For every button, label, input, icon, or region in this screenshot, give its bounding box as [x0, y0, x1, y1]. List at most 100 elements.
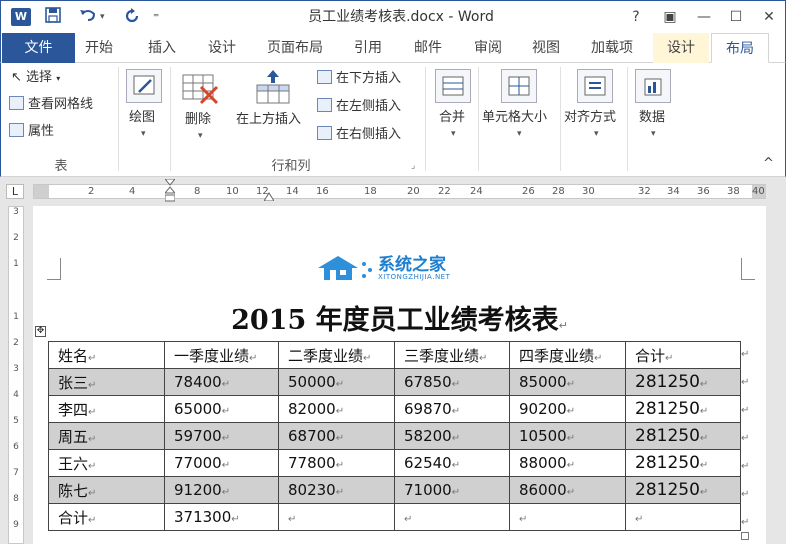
- redo-icon[interactable]: [123, 7, 141, 27]
- table-cell[interactable]: 281250↵: [625, 395, 741, 423]
- table-cell[interactable]: 50000↵: [278, 368, 395, 396]
- undo-icon[interactable]: [79, 7, 97, 27]
- table-cell[interactable]: 77000↵: [164, 449, 279, 477]
- data-button[interactable]: 数据: [639, 109, 665, 127]
- table-cell[interactable]: ↵: [625, 503, 741, 531]
- table-cell[interactable]: ↵: [278, 503, 395, 531]
- table-cell[interactable]: ↵: [394, 503, 510, 531]
- minimize-button[interactable]: —: [691, 5, 717, 29]
- select-button[interactable]: ↖ 选择 ▾: [11, 69, 60, 88]
- table-cell[interactable]: 陈七↵: [48, 476, 165, 504]
- table-cell[interactable]: 82000↵: [278, 395, 395, 423]
- table-cell[interactable]: 62540↵: [394, 449, 510, 477]
- insert-left-button[interactable]: 在左侧插入: [317, 98, 401, 116]
- tab-insert[interactable]: 插入: [141, 33, 183, 63]
- data-table[interactable]: 姓名↵ 一季度业绩↵ 二季度业绩↵ 三季度业绩↵ 四季度业绩↵ 合计↵ 张三↵ …: [48, 341, 741, 531]
- table-cell[interactable]: 80230↵: [278, 476, 395, 504]
- cell-size-button[interactable]: 单元格大小: [482, 109, 547, 127]
- table-cell[interactable]: 周五↵: [48, 422, 165, 450]
- table-cell[interactable]: 71000↵: [394, 476, 510, 504]
- tab-file[interactable]: 文件: [2, 33, 75, 63]
- ruler-tick: 5: [13, 416, 19, 426]
- insert-above-button[interactable]: 在上方插入: [236, 111, 301, 129]
- row-end-mark: ↵: [741, 461, 750, 472]
- tab-view[interactable]: 视图: [525, 33, 567, 63]
- header-cell[interactable]: 姓名↵: [48, 341, 165, 369]
- maximize-button[interactable]: ☐: [723, 5, 749, 29]
- draw-table-icon: [126, 69, 162, 103]
- table-cell[interactable]: 88000↵: [509, 449, 626, 477]
- table-cell[interactable]: 281250↵: [625, 476, 741, 504]
- dialog-launcher-icon[interactable]: ⌟: [411, 157, 415, 175]
- row-end-mark: ↵: [741, 349, 750, 360]
- column-marker-icon[interactable]: [263, 191, 275, 202]
- table-move-handle-icon[interactable]: ✥: [35, 326, 46, 337]
- tab-page-layout[interactable]: 页面布局: [259, 33, 331, 63]
- tab-table-layout[interactable]: 布局: [711, 33, 769, 63]
- table-cell[interactable]: 59700↵: [164, 422, 279, 450]
- tab-table-design[interactable]: 设计: [653, 33, 709, 63]
- table-cell[interactable]: 李四↵: [48, 395, 165, 423]
- header-cell[interactable]: 一季度业绩↵: [164, 341, 279, 369]
- table-cell[interactable]: 78400↵: [164, 368, 279, 396]
- table-cell[interactable]: 68700↵: [278, 422, 395, 450]
- table-cell[interactable]: 85000↵: [509, 368, 626, 396]
- help-button[interactable]: ?: [623, 5, 649, 29]
- table-cell[interactable]: 281250↵: [625, 368, 741, 396]
- table-cell[interactable]: 69870↵: [394, 395, 510, 423]
- tab-home[interactable]: 开始: [79, 33, 119, 63]
- tab-design[interactable]: 设计: [201, 33, 243, 63]
- save-icon[interactable]: [45, 7, 61, 27]
- tab-references[interactable]: 引用: [347, 33, 389, 63]
- ribbon-display-options-icon[interactable]: ▣: [657, 5, 683, 29]
- table-cell[interactable]: 王六↵: [48, 449, 165, 477]
- paragraph-mark: ↵: [558, 319, 568, 332]
- alignment-button[interactable]: 对齐方式: [564, 109, 616, 127]
- header-cell[interactable]: 二季度业绩↵: [278, 341, 395, 369]
- insert-below-button[interactable]: 在下方插入: [317, 70, 401, 88]
- ribbon-tabs: 文件 开始 插入 设计 页面布局 引用 邮件 审阅 视图 加载项 设计 布局: [0, 33, 786, 63]
- undo-dropdown-icon[interactable]: ▾: [100, 7, 105, 27]
- chevron-down-icon: ▾: [141, 129, 146, 139]
- table-resize-handle-icon[interactable]: [741, 532, 749, 540]
- table-cell[interactable]: 371300↵: [164, 503, 279, 531]
- delete-button[interactable]: 删除: [185, 111, 211, 129]
- table-cell[interactable]: 281250↵: [625, 422, 741, 450]
- table-cell[interactable]: 张三↵: [48, 368, 165, 396]
- table-cell[interactable]: 合计↵: [48, 503, 165, 531]
- header-cell[interactable]: 四季度业绩↵: [509, 341, 626, 369]
- table-cell[interactable]: 58200↵: [394, 422, 510, 450]
- house-logo-icon: [318, 256, 372, 280]
- table-cell[interactable]: 67850↵: [394, 368, 510, 396]
- horizontal-ruler[interactable]: 2 4 8 10 12 14 16 18 20 22 24 26 28 30 3…: [33, 178, 766, 202]
- ruler-tick: 10: [226, 186, 239, 197]
- table-cell[interactable]: 10500↵: [509, 422, 626, 450]
- table-cell[interactable]: 77800↵: [278, 449, 395, 477]
- table-cell[interactable]: 90200↵: [509, 395, 626, 423]
- tab-addins[interactable]: 加载项: [583, 33, 641, 63]
- vertical-ruler[interactable]: 3 2 1 1 2 3 4 5 6 7 8 9: [8, 206, 24, 544]
- tab-mailings[interactable]: 邮件: [407, 33, 449, 63]
- properties-button[interactable]: 属性: [9, 123, 54, 141]
- header-cell[interactable]: 三季度业绩↵: [394, 341, 510, 369]
- insert-above-icon: [254, 69, 292, 105]
- view-gridlines-button[interactable]: 查看网格线: [9, 96, 93, 114]
- indent-marker-icon[interactable]: [163, 178, 177, 205]
- tab-review[interactable]: 审阅: [467, 33, 509, 63]
- document-page[interactable]: 系统之家 XITONGZHIJIA.NET 2015 年度员工业绩考核表↵ ✥ …: [33, 206, 766, 544]
- close-button[interactable]: ✕: [756, 5, 782, 29]
- table-cell[interactable]: 65000↵: [164, 395, 279, 423]
- header-cell[interactable]: 合计↵: [625, 341, 741, 369]
- customize-quick-access-icon[interactable]: ⁼: [153, 7, 159, 27]
- table-cell[interactable]: 91200↵: [164, 476, 279, 504]
- tab-selector-icon[interactable]: L: [6, 184, 24, 199]
- page-title: 2015 年度员工业绩考核表↵: [231, 305, 568, 336]
- ruler-tick: 4: [13, 390, 19, 400]
- insert-right-button[interactable]: 在右侧插入: [317, 126, 401, 144]
- merge-button[interactable]: 合并: [439, 109, 465, 127]
- collapse-ribbon-icon[interactable]: ^: [763, 155, 774, 173]
- table-cell[interactable]: 86000↵: [509, 476, 626, 504]
- table-cell[interactable]: 281250↵: [625, 449, 741, 477]
- table-cell[interactable]: ↵: [509, 503, 626, 531]
- draw-button[interactable]: 绘图: [129, 109, 155, 127]
